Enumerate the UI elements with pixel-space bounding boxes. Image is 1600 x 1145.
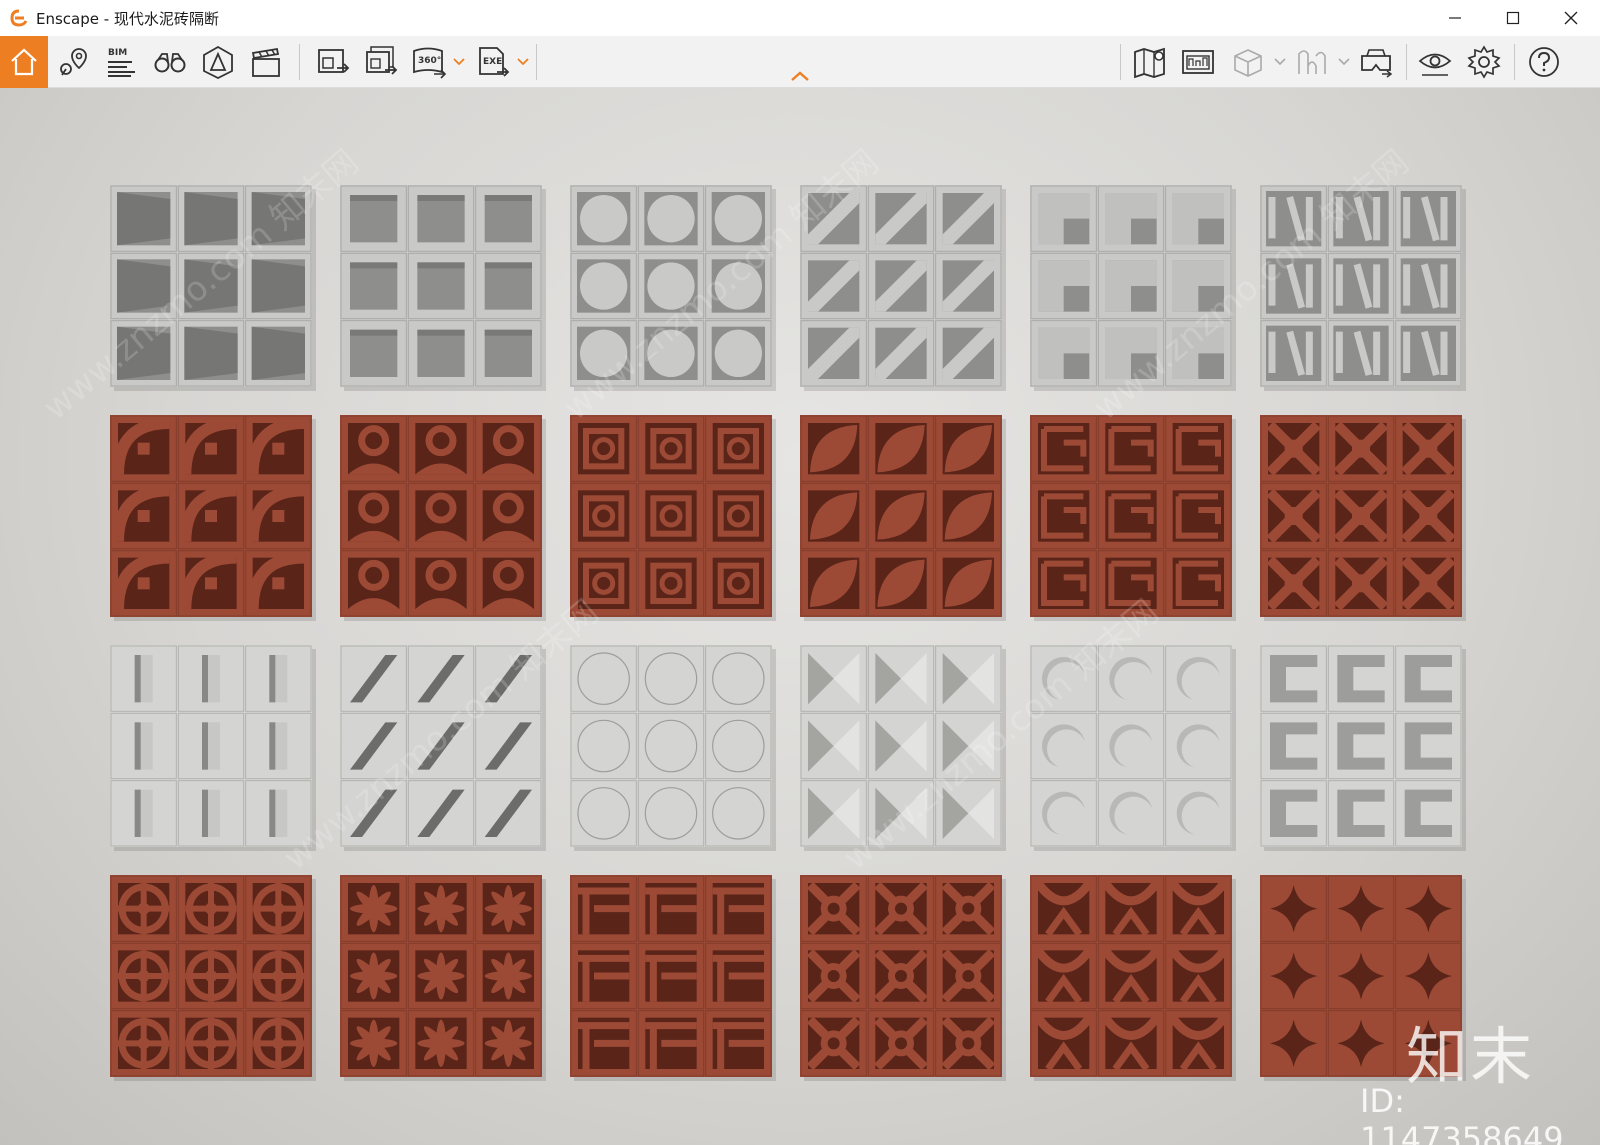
toolbar-divider (1120, 44, 1121, 80)
block-panel-vertical-slot (110, 645, 316, 851)
chevron-down-icon (453, 58, 465, 66)
block-panel-star-flower (340, 875, 546, 1081)
site-context-button[interactable] (1128, 40, 1172, 84)
minimize-icon (1449, 17, 1461, 19)
block-panel-square-frames (340, 185, 546, 391)
panorama-icon: 360° (413, 47, 447, 79)
bim-button[interactable]: BIM (100, 40, 144, 84)
block-panel-arch-curve (1030, 875, 1236, 1081)
cube-button[interactable] (1226, 40, 1270, 84)
bim-icon: BIM (108, 48, 135, 77)
title-bar: Enscape - 现代水泥砖隔断 (0, 0, 1600, 36)
batch-render-icon (366, 46, 398, 75)
settings-button[interactable] (1462, 40, 1506, 84)
block-panel-cross-lattice (1260, 415, 1466, 621)
visibility-icon (1418, 53, 1452, 76)
toolbar-divider (1406, 44, 1407, 80)
export-dropdown[interactable] (515, 52, 531, 72)
panorama-button[interactable]: 360° (407, 40, 451, 84)
block-panel-circle-in-square (570, 415, 776, 621)
toolbar-divider (536, 44, 537, 80)
material-icon (1298, 50, 1326, 74)
cube-icon (1234, 49, 1262, 77)
block-panel-rounded-arch (340, 415, 546, 621)
block-panel-leaf-ellipse (800, 415, 1006, 621)
close-button[interactable] (1542, 0, 1600, 36)
collapse-toolbar-button[interactable] (787, 68, 813, 84)
home-icon (11, 48, 37, 76)
minimize-button[interactable] (1426, 0, 1484, 36)
web-standalone-icon (1182, 50, 1214, 74)
block-panel-floral-circle (110, 875, 316, 1081)
window-title: Enscape - 现代水泥砖隔断 (36, 9, 219, 28)
vr-headset-icon (1361, 49, 1393, 78)
block-panel-curved-quarter (110, 415, 316, 621)
block-panel-circle-cross (800, 875, 1006, 1081)
views-button[interactable] (52, 40, 96, 84)
asset-library-icon (203, 45, 233, 80)
maximize-button[interactable] (1484, 0, 1542, 36)
chevron-down-icon (517, 58, 529, 66)
home-button[interactable] (0, 36, 48, 88)
block-panel-circle-flat (570, 645, 776, 851)
batch-render-button[interactable] (359, 40, 403, 84)
video-editor-icon (251, 47, 280, 77)
render-viewport[interactable]: www.znzmo.com 知末网 www.znzmo.com 知末网 www.… (0, 88, 1600, 1145)
map-pin-icon (60, 48, 87, 76)
block-panel-bracket-lines (570, 875, 776, 1081)
enscape-logo-icon (8, 7, 30, 29)
screenshot-icon (318, 49, 350, 73)
bim-label: BIM (108, 48, 127, 58)
block-panel-bracket-shape (1260, 645, 1466, 851)
web-standalone-button[interactable] (1176, 40, 1220, 84)
material-button[interactable] (1290, 40, 1334, 84)
chevron-down-icon (1274, 58, 1286, 66)
vr-headset-button[interactable] (1354, 40, 1398, 84)
panorama-label: 360° (418, 56, 441, 66)
watermark-id: ID: 1147358649 (1360, 1082, 1564, 1145)
chevron-up-icon (791, 71, 809, 81)
help-icon (1529, 47, 1559, 77)
exe-label: EXE (483, 57, 502, 67)
panorama-dropdown[interactable] (451, 52, 467, 72)
close-icon (1564, 11, 1578, 25)
settings-icon (1467, 45, 1501, 79)
screenshot-button[interactable] (311, 40, 355, 84)
visibility-button[interactable] (1413, 40, 1457, 84)
video-editor-button[interactable] (244, 40, 288, 84)
toolbar-divider (299, 44, 300, 80)
maximize-icon (1506, 11, 1520, 25)
site-context-icon (1134, 47, 1165, 79)
binoculars-icon (154, 53, 186, 73)
cube-dropdown[interactable] (1272, 52, 1288, 72)
export-exe-icon: EXE (479, 47, 510, 77)
toolbar-divider (1514, 44, 1515, 80)
material-dropdown[interactable] (1336, 52, 1352, 72)
chevron-down-icon (1338, 58, 1350, 66)
help-button[interactable] (1522, 40, 1566, 84)
asset-library-button[interactable] (196, 40, 240, 84)
walk-mode-button[interactable] (148, 40, 192, 84)
export-exe-button[interactable]: EXE (471, 40, 515, 84)
